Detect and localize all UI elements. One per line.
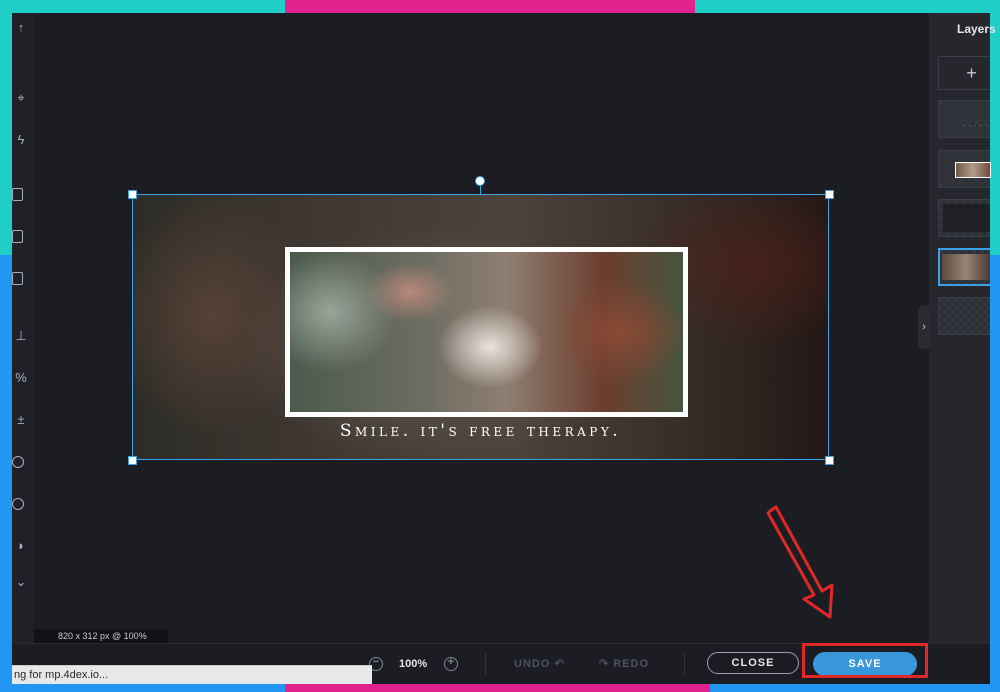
adjust-icon[interactable]: ± — [14, 413, 28, 427]
canvas-size-label: 820 x 312 px @ 100% — [34, 629, 168, 643]
layer-text-preview: · · · · · — [963, 123, 989, 129]
divider — [485, 653, 486, 675]
zoom-in-icon[interactable]: + — [444, 657, 458, 671]
frame-bottom-middle — [285, 684, 710, 692]
layer-item[interactable] — [938, 199, 990, 237]
inner-photo-frame — [285, 247, 688, 417]
scissors-icon[interactable]: % — [14, 371, 28, 385]
zoom-level: 100% — [399, 658, 428, 670]
image-caption: Smile. it's free therapy. — [339, 421, 622, 441]
save-highlight-box — [802, 643, 928, 678]
layers-panel: Layers + · · · · · — [929, 13, 996, 684]
divider — [684, 653, 685, 675]
panel-toggle-chevron-icon[interactable]: › — [918, 305, 930, 349]
frame-left-top — [0, 0, 12, 255]
annotation-arrow-icon — [766, 505, 834, 619]
layout-icon[interactable] — [12, 272, 23, 285]
shapes-icon[interactable]: ⊥ — [14, 329, 28, 343]
pin-icon[interactable]: ⌖ — [14, 91, 28, 105]
resize-handle-top-left[interactable] — [128, 190, 137, 199]
resize-handle-top-right[interactable] — [825, 190, 834, 199]
caret-icon[interactable]: ⌄ — [14, 575, 28, 589]
frame-left-bottom — [0, 255, 12, 692]
undo-button[interactable]: UNDO ↶ — [514, 644, 565, 684]
circle-icon[interactable] — [12, 456, 24, 468]
selected-image[interactable]: Smile. it's free therapy. — [132, 194, 829, 460]
arrow-up-icon[interactable]: ↑ — [14, 21, 28, 35]
badge-icon[interactable] — [12, 498, 24, 510]
resize-handle-bottom-right[interactable] — [825, 456, 834, 465]
layer-dark-preview — [943, 204, 990, 232]
browser-status-bar: ng for mp.4dex.io... — [12, 665, 372, 684]
rotate-stem — [480, 186, 481, 194]
grid-icon[interactable] — [12, 188, 23, 201]
layer-item[interactable]: · · · · · — [938, 100, 990, 138]
resize-handle-bottom-left[interactable] — [128, 456, 137, 465]
frame-right-top — [990, 0, 1000, 255]
add-layer-button[interactable]: + — [938, 56, 990, 90]
layer-image-preview — [942, 254, 990, 280]
frame-right-bottom — [990, 255, 1000, 692]
frame-top-right — [695, 0, 1000, 13]
left-toolbar: ↑ ⌖ ϟ ⊥ % ± ◗ ⌄ — [12, 13, 34, 684]
redo-button[interactable]: ↷ REDO — [599, 644, 649, 684]
crop-icon[interactable] — [12, 230, 23, 243]
frame-bottom-right — [710, 684, 1000, 692]
lightning-icon[interactable]: ϟ — [14, 133, 28, 147]
layers-title: Layers — [957, 22, 996, 36]
frame-top-middle — [285, 0, 695, 13]
layer-photo-preview — [955, 162, 991, 178]
frame-bottom-left — [0, 684, 285, 692]
drop-icon[interactable]: ◗ — [14, 539, 28, 553]
close-button[interactable]: CLOSE — [707, 652, 799, 674]
layer-item[interactable] — [938, 150, 991, 188]
rotate-handle[interactable] — [475, 176, 485, 186]
layer-item-selected[interactable] — [938, 248, 990, 286]
frame-top-left — [0, 0, 285, 13]
layer-item[interactable] — [938, 297, 990, 335]
